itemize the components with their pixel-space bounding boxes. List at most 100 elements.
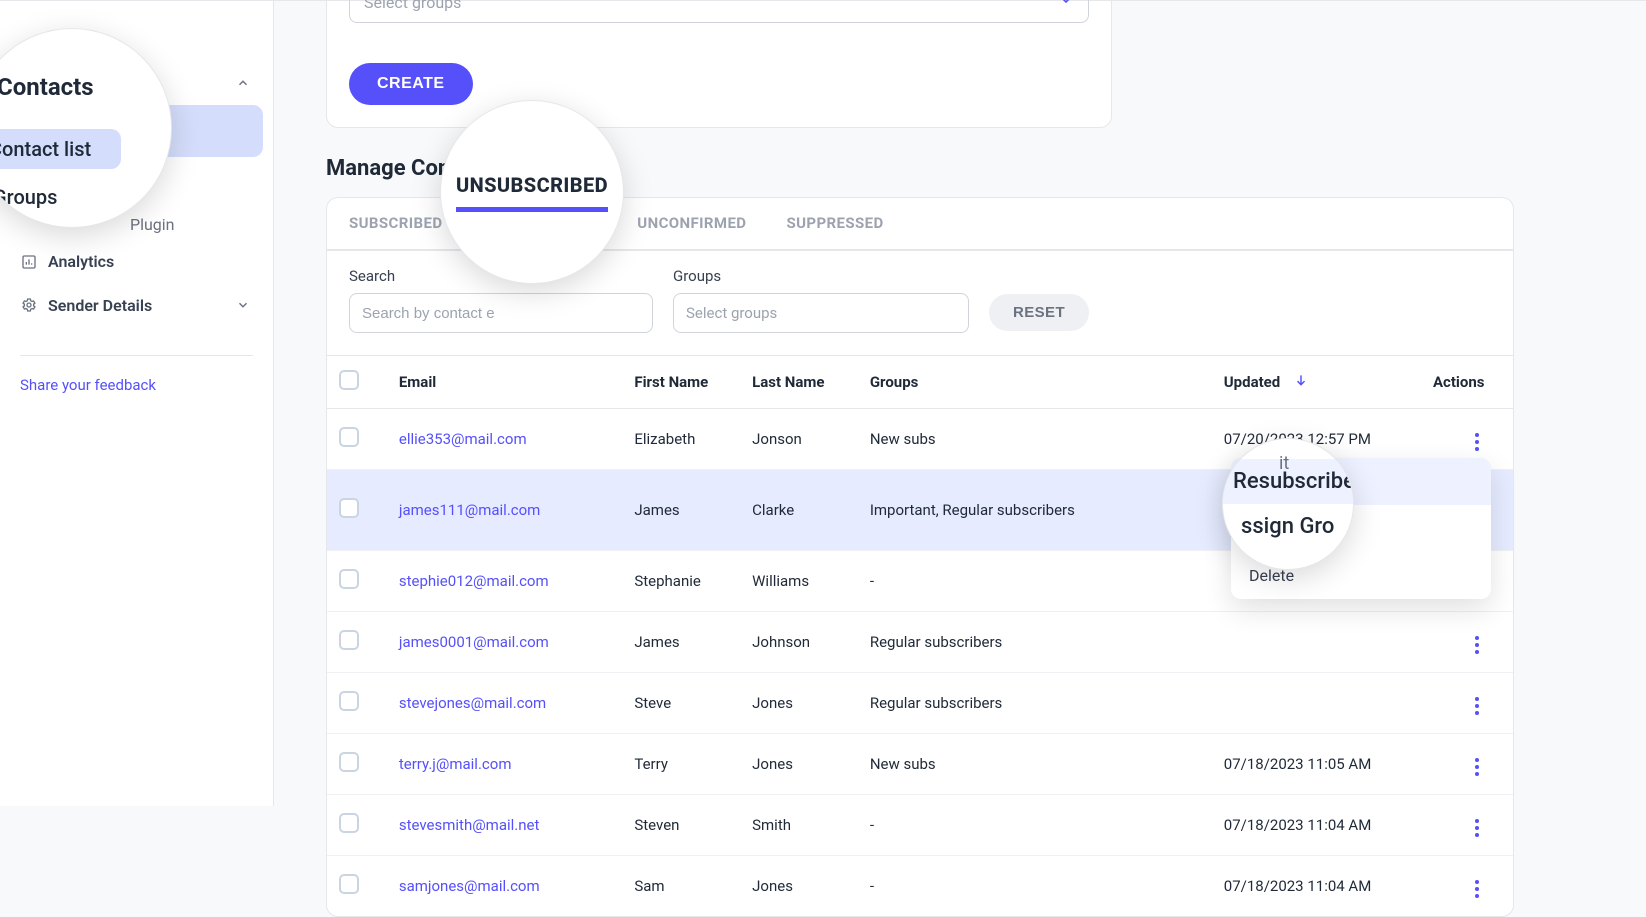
table-row: stevesmith@mail.net StevenSmith-07/18/202… [327, 795, 1513, 856]
row-checkbox[interactable] [339, 813, 359, 833]
cell-first-name: Terry [622, 734, 740, 795]
groups-filter-label: Groups [673, 267, 969, 285]
create-button[interactable]: CREATE [349, 63, 473, 105]
cell-updated: 07/18/2023 11:05 AM [1212, 734, 1421, 795]
tab-unconfirmed[interactable]: UNCONFIRMED [637, 198, 746, 251]
row-actions-button[interactable] [1469, 429, 1485, 455]
create-card: Select groups CREATE [326, 1, 1112, 128]
row-checkbox[interactable] [339, 427, 359, 447]
email-link[interactable]: ellie353@mail.com [399, 430, 527, 448]
email-link[interactable]: james0001@mail.com [399, 633, 549, 651]
cell-first-name: Stephanie [622, 551, 740, 612]
col-groups[interactable]: Groups [858, 356, 1212, 409]
cell-groups: Regular subscribers [858, 673, 1212, 734]
cell-last-name: Jonson [740, 409, 858, 470]
menu-item-delete[interactable]: Delete [1231, 552, 1491, 599]
cell-last-name: Jones [740, 673, 858, 734]
select-all-checkbox[interactable] [339, 370, 359, 390]
email-link[interactable]: james111@mail.com [399, 501, 540, 519]
create-select-placeholder: Select groups [364, 0, 461, 12]
sidebar: Contacts Contact list Groups Plugin Anal… [0, 1, 274, 806]
chevron-down-icon [233, 295, 253, 315]
cell-updated [1212, 612, 1421, 673]
email-link[interactable]: stevesmith@mail.net [399, 816, 540, 834]
table-row: samjones@mail.com SamJones-07/18/2023 11:… [327, 856, 1513, 917]
chart-icon [20, 253, 38, 271]
cell-groups: - [858, 551, 1212, 612]
reset-button[interactable]: RESET [989, 294, 1089, 331]
manage-contacts-title: Manage Conta [326, 156, 1514, 181]
search-label: Search [349, 267, 653, 285]
cell-groups: - [858, 795, 1212, 856]
table-row: terry.j@mail.com TerryJonesNew subs07/18/… [327, 734, 1513, 795]
people-icon [20, 72, 42, 94]
cell-updated: 07/18/2023 11:04 AM [1212, 795, 1421, 856]
col-updated[interactable]: Updated [1212, 356, 1421, 409]
sidebar-item-sender-details[interactable]: Sender Details [0, 283, 273, 327]
share-feedback-link[interactable]: Share your feedback [20, 355, 253, 394]
sidebar-item-plugin[interactable]: Plugin [0, 209, 273, 240]
row-checkbox[interactable] [339, 569, 359, 589]
gear-icon [20, 296, 38, 314]
menu-item-resubscribe[interactable]: Resubscribe [1231, 458, 1491, 505]
row-actions-button[interactable] [1469, 876, 1485, 902]
contacts-table: Email First Name Last Name Groups Update… [327, 355, 1513, 916]
cell-first-name: James [622, 470, 740, 551]
row-actions-button[interactable] [1469, 815, 1485, 841]
cell-updated: 07/18/2023 11:04 AM [1212, 856, 1421, 917]
cell-first-name: Elizabeth [622, 409, 740, 470]
col-first-name[interactable]: First Name [622, 356, 740, 409]
row-checkbox[interactable] [339, 752, 359, 772]
cell-first-name: James [622, 612, 740, 673]
email-link[interactable]: stephie012@mail.com [399, 572, 549, 590]
col-updated-label: Updated [1224, 373, 1280, 391]
cell-groups: Regular subscribers [858, 612, 1212, 673]
chevron-down-icon [1058, 0, 1074, 12]
create-select-groups[interactable]: Select groups [349, 0, 1089, 23]
col-last-name[interactable]: Last Name [740, 356, 858, 409]
contacts-table-card: SUBSCRIBED UNSUBSCRIBED UNCONFIRMED SUPP… [326, 197, 1514, 917]
search-input[interactable] [349, 293, 653, 333]
cell-last-name: Jones [740, 734, 858, 795]
row-actions-button[interactable] [1469, 693, 1485, 719]
tab-subscribed[interactable]: SUBSCRIBED [349, 198, 443, 251]
sidebar-item-analytics[interactable]: Analytics [0, 240, 273, 283]
cell-last-name: Clarke [740, 470, 858, 551]
sidebar-sender-details-label: Sender Details [48, 296, 152, 315]
email-link[interactable]: terry.j@mail.com [399, 755, 512, 773]
row-actions-menu: Resubscribe ssign Gro Delete [1231, 458, 1491, 599]
cell-first-name: Steven [622, 795, 740, 856]
row-actions-button[interactable] [1469, 754, 1485, 780]
menu-item-assign-group[interactable]: ssign Gro [1231, 505, 1491, 552]
tabs: SUBSCRIBED UNSUBSCRIBED UNCONFIRMED SUPP… [327, 198, 1513, 251]
cell-groups: - [858, 856, 1212, 917]
cell-last-name: Jones [740, 856, 858, 917]
sidebar-item-groups[interactable]: Groups [0, 157, 263, 209]
cell-first-name: Steve [622, 673, 740, 734]
filters: Search Groups Select groups RESET [327, 251, 1513, 355]
row-checkbox[interactable] [339, 498, 359, 518]
tab-unsubscribed[interactable]: UNSUBSCRIBED [483, 198, 598, 251]
row-actions-button[interactable] [1469, 632, 1485, 658]
tab-suppressed[interactable]: SUPPRESSED [786, 198, 883, 251]
sidebar-section-contacts[interactable]: Contacts [0, 61, 273, 105]
main-content: Select groups CREATE Manage Conta SUBSCR… [274, 1, 1544, 806]
sidebar-item-contact-list[interactable]: Contact list [0, 105, 263, 157]
cell-groups: New subs [858, 734, 1212, 795]
sidebar-contacts-label: Contacts [54, 69, 233, 97]
sort-desc-icon [1294, 373, 1308, 387]
groups-filter-placeholder: Select groups [686, 304, 777, 322]
cell-first-name: Sam [622, 856, 740, 917]
cell-updated [1212, 673, 1421, 734]
table-row: stevejones@mail.com SteveJonesRegular sub… [327, 673, 1513, 734]
email-link[interactable]: stevejones@mail.com [399, 694, 546, 712]
cell-last-name: Smith [740, 795, 858, 856]
groups-filter-select[interactable]: Select groups [673, 293, 969, 333]
row-checkbox[interactable] [339, 630, 359, 650]
cell-groups: Important, Regular subscribers [858, 470, 1212, 551]
row-checkbox[interactable] [339, 691, 359, 711]
table-row: james0001@mail.comJamesJohnsonRegular su… [327, 612, 1513, 673]
col-email[interactable]: Email [387, 356, 623, 409]
row-checkbox[interactable] [339, 874, 359, 894]
email-link[interactable]: samjones@mail.com [399, 877, 540, 895]
